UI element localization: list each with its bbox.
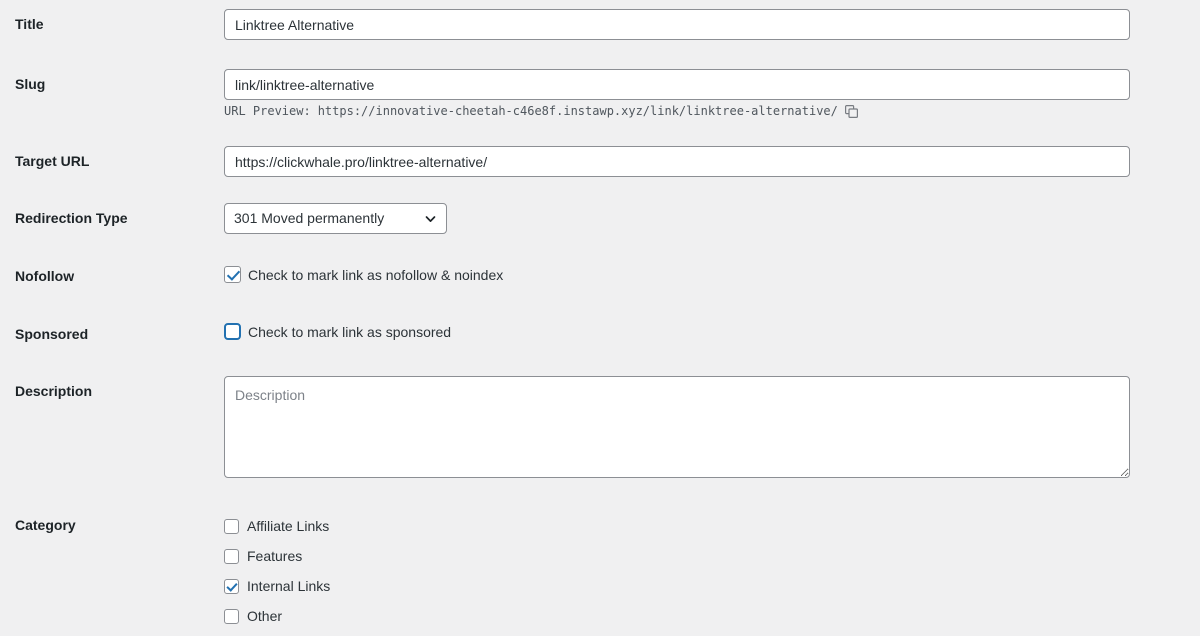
category-item-label: Internal Links (247, 578, 331, 594)
label-redirection-type: Redirection Type (15, 210, 128, 226)
category-item-features[interactable]: Features (224, 541, 330, 571)
nofollow-checkbox-label: Check to mark link as nofollow & noindex (248, 266, 504, 283)
target-url-input[interactable] (224, 146, 1130, 177)
category-checkbox[interactable] (224, 518, 239, 534)
category-list: Affiliate Links Features Internal Links … (224, 511, 330, 631)
url-preview: URL Preview: https://innovative-cheetah-c… (224, 104, 858, 118)
category-item-internal-links[interactable]: Internal Links (224, 571, 330, 601)
category-checkbox[interactable] (224, 548, 239, 564)
label-nofollow: Nofollow (15, 268, 75, 284)
control-target-url (224, 146, 1130, 177)
sponsored-checkbox-row[interactable]: Check to mark link as sponsored (224, 323, 451, 340)
control-redirection-type: 301 Moved permanently (224, 203, 447, 234)
slug-input[interactable] (224, 69, 1130, 100)
category-item-label: Features (247, 548, 303, 564)
sponsored-checkbox[interactable] (224, 323, 241, 340)
control-sponsored: Check to mark link as sponsored (224, 323, 451, 340)
control-description (224, 376, 1130, 478)
category-checkbox[interactable] (224, 608, 239, 624)
redirection-type-select[interactable]: 301 Moved permanently (224, 203, 447, 234)
label-title: Title (15, 16, 44, 32)
nofollow-checkbox[interactable] (224, 266, 241, 283)
label-description: Description (15, 383, 93, 399)
label-slug: Slug (15, 76, 46, 92)
control-title (224, 9, 1130, 40)
control-slug (224, 69, 1130, 100)
category-item-other[interactable]: Other (224, 601, 330, 631)
category-item-label: Other (247, 608, 283, 624)
nofollow-checkbox-row[interactable]: Check to mark link as nofollow & noindex (224, 266, 503, 283)
category-item-affiliate-links[interactable]: Affiliate Links (224, 511, 330, 541)
label-sponsored: Sponsored (15, 326, 89, 342)
label-category: Category (15, 517, 76, 533)
label-target-url: Target URL (15, 153, 90, 169)
category-item-label: Affiliate Links (247, 518, 330, 534)
category-checkbox[interactable] (224, 578, 239, 594)
link-edit-form: Title Slug URL Preview: https://innovativ… (0, 0, 1200, 636)
redirection-type-select-wrap[interactable]: 301 Moved permanently (224, 203, 447, 234)
description-textarea[interactable] (224, 376, 1130, 478)
url-preview-value: https://innovative-cheetah-c46e8f.instaw… (317, 104, 838, 118)
sponsored-checkbox-label: Check to mark link as sponsored (248, 323, 452, 340)
url-preview-label: URL Preview: (224, 104, 311, 118)
title-input[interactable] (224, 9, 1130, 40)
control-nofollow: Check to mark link as nofollow & noindex (224, 266, 503, 283)
copy-icon[interactable] (844, 104, 858, 118)
